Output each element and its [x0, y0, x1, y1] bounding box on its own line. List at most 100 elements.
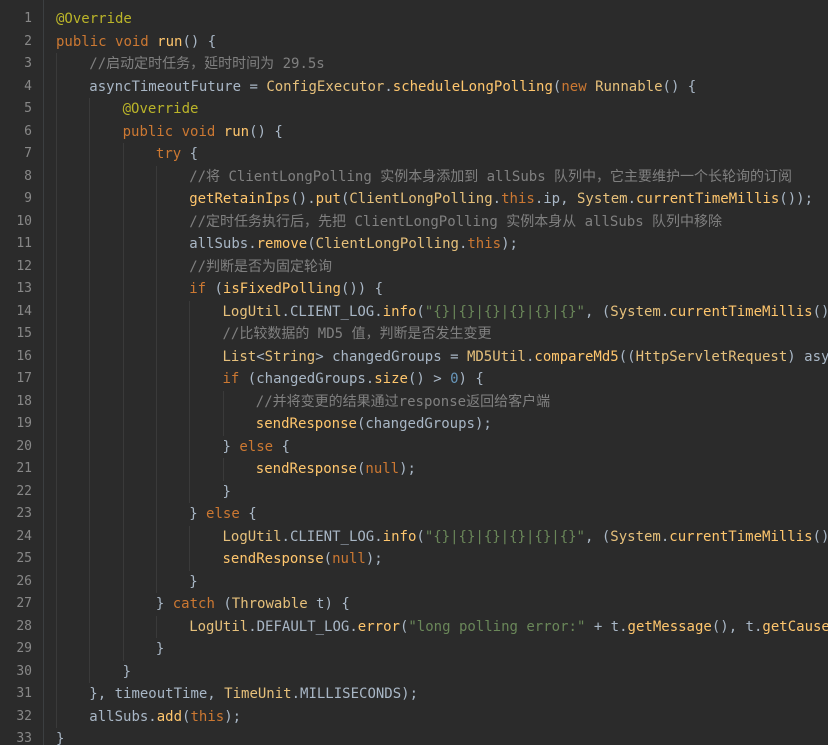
code-token: HttpServletRequest: [635, 348, 788, 365]
indent-guide: [89, 660, 91, 683]
code-line[interactable]: 12 //判断是否为固定轮询: [0, 255, 828, 279]
code-token: (: [416, 303, 425, 320]
code-text[interactable]: try {: [156, 143, 198, 166]
indent-guide: [122, 143, 124, 166]
code-token: , (: [584, 528, 611, 545]
code-text[interactable]: }: [223, 481, 231, 504]
code-line[interactable]: 2 public void run() {: [0, 31, 828, 54]
code-line[interactable]: 29}: [0, 638, 828, 661]
indent-guide: [155, 615, 157, 638]
code-text[interactable]: //判断是否为固定轮询: [189, 256, 332, 279]
code-text[interactable]: @Override: [56, 8, 132, 31]
code-token: {: [189, 146, 199, 162]
code-text[interactable]: if (changedGroups.size() > 0) {: [223, 368, 484, 391]
code-token: () >: [407, 371, 451, 387]
code-token: else: [206, 506, 249, 522]
code-text[interactable]: }: [56, 728, 64, 745]
code-line[interactable]: 17 if (changedGroups.size() > 0) {: [0, 368, 828, 391]
line-number: 26: [16, 573, 32, 589]
line-number: 8: [24, 168, 32, 184]
code-text[interactable]: } else {: [189, 503, 256, 526]
code-token: sendResponse: [222, 551, 324, 567]
code-line[interactable]: 21 sendResponse(null);: [0, 458, 828, 481]
indent-guide: [56, 120, 57, 143]
code-text[interactable]: //并将变更的结果通过response返回给客户端: [256, 391, 550, 414]
code-line[interactable]: 30}: [0, 660, 828, 684]
code-line[interactable]: 16 List<String> changedGroups = MD5Util.c…: [0, 345, 828, 369]
code-line[interactable]: 11 allSubs.remove(ClientLongPolling.this)…: [0, 233, 828, 256]
code-text[interactable]: sendResponse(null);: [223, 548, 383, 571]
code-text[interactable]: sendResponse(changedGroups);: [256, 413, 492, 436]
code-text[interactable]: public void run() {: [123, 121, 283, 144]
code-line[interactable]: 14 LogUtil.CLIENT_LOG.info("{}|{}|{}|{}|{…: [0, 300, 828, 324]
code-line[interactable]: 22}: [0, 480, 828, 504]
code-line[interactable]: 9 getRetainIps().put(ClientLongPolling.th…: [0, 188, 828, 211]
indent-guide: [122, 233, 124, 256]
code-line[interactable]: 15 //比较数据的 MD5 值，判断是否发生变更: [0, 323, 828, 346]
code-text[interactable]: allSubs.add(this);: [89, 706, 241, 729]
code-token: (changedGroups.: [247, 371, 375, 387]
code-text[interactable]: getRetainIps().put(ClientLongPolling.thi…: [189, 188, 813, 211]
code-line[interactable]: 18 //并将变更的结果通过response返回给客户端: [0, 390, 828, 414]
code-line[interactable]: 10 //定时任务执行后，先把 ClientLongPolling 实例本身从 a…: [0, 210, 828, 234]
code-text[interactable]: asyncTimeoutFuture = ConfigExecutor.sche…: [89, 76, 696, 99]
code-line[interactable]: 1 @Override: [0, 8, 828, 31]
code-token: .MILLISECONDS);: [291, 686, 419, 702]
code-text[interactable]: }: [156, 638, 164, 661]
code-token: () {: [249, 123, 283, 140]
code-line[interactable]: 5 @Override: [0, 98, 828, 121]
indent-guide: [56, 570, 57, 593]
code-line[interactable]: 31}, timeoutTime, TimeUnit.MILLISECONDS)…: [0, 683, 828, 706]
code-line[interactable]: 19 sendResponse(changedGroups);: [0, 413, 828, 436]
code-token: (: [307, 236, 316, 252]
code-line[interactable]: 33}: [0, 728, 828, 745]
code-line[interactable]: 8 //将 ClientLongPolling 实例本身添加到 allSubs 队…: [0, 165, 828, 189]
code-line[interactable]: 13 if (isFixedPolling()) {: [0, 278, 828, 301]
code-text[interactable]: if (isFixedPolling()) {: [189, 278, 383, 301]
indent-guide: [189, 480, 191, 503]
code-line[interactable]: 25 sendResponse(null);: [0, 548, 828, 571]
code-line[interactable]: 32 allSubs.add(this);: [0, 705, 828, 729]
code-text[interactable]: //定时任务执行后，先把 ClientLongPolling 实例本身从 all…: [189, 211, 722, 234]
code-token: scheduleLongPolling: [392, 78, 553, 95]
indent-guide: [89, 390, 91, 413]
code-text[interactable]: }: [123, 661, 131, 684]
code-text[interactable]: //启动定时任务，延时时间为 29.5s: [89, 53, 324, 76]
code-text[interactable]: }: [189, 571, 197, 594]
indent-guide: [56, 255, 57, 278]
code-token: }: [222, 483, 231, 500]
code-text[interactable]: } else {: [223, 436, 290, 459]
code-token: (: [214, 281, 223, 297]
code-text[interactable]: //将 ClientLongPolling 实例本身添加到 allSubs 队列…: [189, 166, 792, 189]
code-text[interactable]: LogUtil.CLIENT_LOG.info("{}|{}|{}|{}|{}|…: [223, 301, 828, 324]
code-area[interactable]: 1 @Override 2 public void run() {3//启动定时任务，…: [0, 8, 828, 745]
code-token: , (: [584, 303, 611, 320]
code-text[interactable]: @Override: [123, 98, 199, 121]
code-line[interactable]: 3 //启动定时任务，延时时间为 29.5s: [0, 53, 828, 76]
code-text[interactable]: LogUtil.DEFAULT_LOG.error("long polling …: [189, 616, 828, 639]
indent-guide: [122, 345, 124, 368]
code-text[interactable]: //比较数据的 MD5 值，判断是否发生变更: [223, 323, 492, 346]
code-line[interactable]: 20} else {: [0, 435, 828, 459]
code-line[interactable]: 4 asyncTimeoutFuture = ConfigExecutor.sch…: [0, 75, 828, 99]
indent-guide: [56, 593, 57, 616]
code-editor[interactable]: 1 @Override 2 public void run() {3//启动定时任务，…: [0, 0, 828, 745]
code-text[interactable]: LogUtil.CLIENT_LOG.info("{}|{}|{}|{}|{}|…: [223, 526, 828, 549]
code-line[interactable]: 27} catch (Throwable t) {: [0, 593, 828, 616]
code-text[interactable]: allSubs.remove(ClientLongPolling.this);: [189, 233, 518, 256]
code-line[interactable]: 7 try {: [0, 143, 828, 166]
code-text[interactable]: sendResponse(null);: [256, 458, 416, 481]
code-line[interactable]: 26}: [0, 570, 828, 594]
indent-guide: [89, 503, 91, 526]
code-text[interactable]: List<String> changedGroups = MD5Util.com…: [223, 346, 828, 369]
indent-guide: [122, 300, 124, 323]
code-line[interactable]: 24 LogUtil.CLIENT_LOG.info("{}|{}|{}|{}|{…: [0, 525, 828, 549]
code-text[interactable]: public void run() {: [56, 31, 216, 54]
code-line[interactable]: 6 public void run() {: [0, 120, 828, 144]
code-text[interactable]: }, timeoutTime, TimeUnit.MILLISECONDS);: [89, 683, 418, 706]
code-line[interactable]: 28 LogUtil.DEFAULT_LOG.error("long pollin…: [0, 615, 828, 639]
code-text[interactable]: } catch (Throwable t) {: [156, 593, 350, 616]
code-line[interactable]: 23} else {: [0, 503, 828, 526]
code-token: System: [576, 191, 628, 207]
code-token: .ip,: [534, 191, 577, 207]
